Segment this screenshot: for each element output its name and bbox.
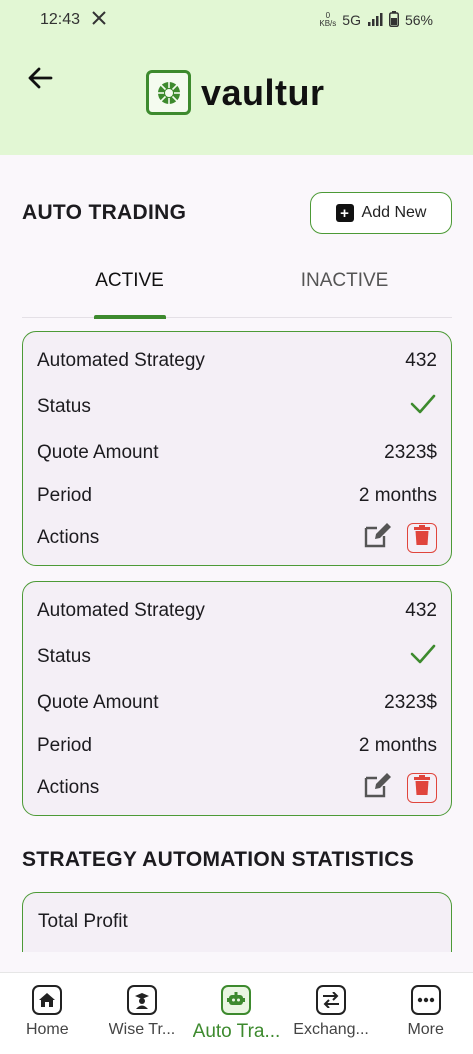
nav-home-label: Home [25,1021,69,1038]
nav-exchange[interactable]: Exchang... [284,973,379,1054]
tab-inactive-label: INACTIVE [300,270,389,291]
nav-home[interactable]: Home [0,973,95,1054]
period-value: 2 months [358,735,437,756]
plus-square-icon: + [335,204,354,222]
status-row: Status [37,642,437,672]
status-bar: 12:43 0 KB/s 5G 56% [0,0,473,40]
app-header: vaultur [0,40,473,155]
edit-button[interactable] [363,773,393,803]
nav-more[interactable]: More [378,973,473,1054]
network-speed: 0 KB/s [319,12,336,28]
status-left: 12:43 [40,10,106,30]
signal-icon [367,12,383,29]
quote-row: Quote Amount 2323$ [37,438,437,468]
check-icon [409,640,437,674]
tab-active[interactable]: ACTIVE [22,256,237,319]
network-type: 5G [342,12,361,28]
edit-icon [363,772,393,804]
back-button[interactable] [22,62,58,98]
actions-row: Actions [37,522,437,554]
strategy-row: Automated Strategy 432 [37,596,437,626]
strategy-tabs: ACTIVE INACTIVE [22,256,452,319]
trash-icon [414,775,430,801]
battery-icon [388,10,399,30]
actions-group [363,523,437,553]
period-row: Period 2 months [37,481,437,511]
status-row: Status [37,392,437,422]
battery-level: 56% [404,12,433,28]
period-row: Period 2 months [37,731,437,761]
teacher-icon [126,985,157,1015]
strategy-label: Automated Strategy [37,350,205,371]
tab-inactive[interactable]: INACTIVE [237,256,452,317]
network-speed-unit: KB/s [319,19,337,28]
tab-active-label: ACTIVE [95,270,164,291]
check-icon [409,390,437,424]
add-new-label: Add New [361,204,427,221]
quote-label: Quote Amount [37,442,159,463]
period-value: 2 months [358,485,437,506]
actions-label: Actions [37,527,100,548]
actions-group [363,773,437,803]
quote-label: Quote Amount [37,692,159,713]
edit-button[interactable] [363,523,393,553]
app-logo: vaultur [146,70,325,115]
vaultur-logo-icon [146,70,191,115]
nav-more-label: More [407,1021,444,1038]
robot-icon [221,985,252,1015]
actions-row: Actions [37,772,437,804]
total-profit-label: Total Profit [38,911,128,932]
bottom-nav: Home Wise Tr... Auto Tra... Exchang... M… [0,972,473,1054]
status-right: 0 KB/s 5G 56% [319,10,433,30]
quote-row: Quote Amount 2323$ [37,688,437,718]
trash-icon [414,525,430,551]
strategy-label: Automated Strategy [37,600,205,621]
title-row: AUTO TRADING + Add New [22,192,452,234]
strategy-card: Automated Strategy 432 Status Quote Amou… [22,331,452,566]
delete-button[interactable] [407,523,437,553]
scroll-fade [0,952,473,974]
quote-value: 2323$ [384,442,437,463]
status-time: 12:43 [40,11,81,28]
delete-button[interactable] [407,773,437,803]
home-icon [32,985,63,1015]
period-label: Period [37,485,92,506]
statistics-title: STRATEGY AUTOMATION STATISTICS [22,848,415,871]
x-icon [92,10,106,30]
period-label: Period [37,735,92,756]
nav-auto-trading-label: Auto Tra... [192,1021,281,1042]
nav-exchange-label: Exchang... [293,1021,369,1038]
add-new-button[interactable]: + Add New [310,192,452,234]
arrow-left-icon [27,67,53,94]
nav-auto-trading[interactable]: Auto Tra... [189,973,284,1054]
nav-wise-trader-label: Wise Tr... [108,1021,176,1038]
strategy-value: 432 [405,600,437,621]
status-label: Status [37,396,91,417]
page-title: AUTO TRADING [22,201,187,224]
exchange-icon [316,985,347,1015]
strategy-value: 432 [405,350,437,371]
edit-icon [363,522,393,554]
more-icon [410,985,441,1015]
strategy-row: Automated Strategy 432 [37,346,437,376]
quote-value: 2323$ [384,692,437,713]
status-label: Status [37,646,91,667]
nav-wise-trader[interactable]: Wise Tr... [95,973,190,1054]
strategy-card: Automated Strategy 432 Status Quote Amou… [22,581,452,816]
actions-label: Actions [37,777,100,798]
tab-indicator [93,315,166,319]
app-name: vaultur [201,71,325,113]
